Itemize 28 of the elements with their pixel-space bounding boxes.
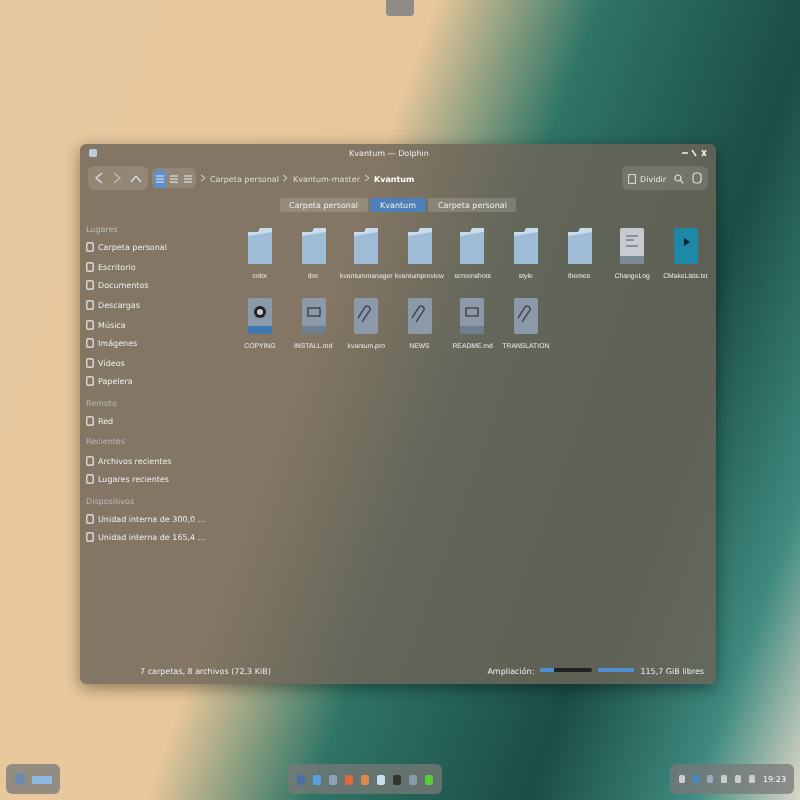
forward-icon	[112, 172, 122, 184]
view-mode-button[interactable]	[168, 169, 180, 187]
view-mode-button[interactable]	[182, 169, 194, 187]
paperclip-file-icon[interactable]	[511, 296, 540, 336]
chevron-icon	[200, 174, 206, 182]
chevron-icon	[363, 174, 370, 182]
paperclip-file-icon[interactable]	[405, 296, 434, 336]
window-controls-icon[interactable]	[679, 148, 708, 158]
file-icon[interactable]	[245, 296, 274, 336]
navigation-buttons[interactable]	[88, 166, 148, 190]
split-view-icon	[628, 173, 637, 183]
folder-icon[interactable]	[458, 226, 487, 266]
folder-icon[interactable]	[245, 226, 274, 266]
chevron-icon	[282, 174, 289, 182]
folder-icon[interactable]	[565, 226, 594, 266]
paperclip-file-icon[interactable]	[352, 296, 381, 336]
up-icon	[130, 173, 142, 183]
folder-icon[interactable]	[299, 226, 328, 266]
back-icon	[94, 172, 104, 184]
window-task-icon[interactable]	[32, 775, 52, 783]
view-mode-button[interactable]	[154, 169, 166, 187]
folder-icon[interactable]	[511, 226, 540, 266]
app-icon	[88, 148, 98, 158]
text-file-icon[interactable]	[618, 226, 647, 266]
folder-icon[interactable]	[405, 226, 434, 266]
folder-icon[interactable]	[352, 226, 381, 266]
search-icon[interactable]	[674, 173, 684, 183]
place-icon	[86, 416, 94, 427]
